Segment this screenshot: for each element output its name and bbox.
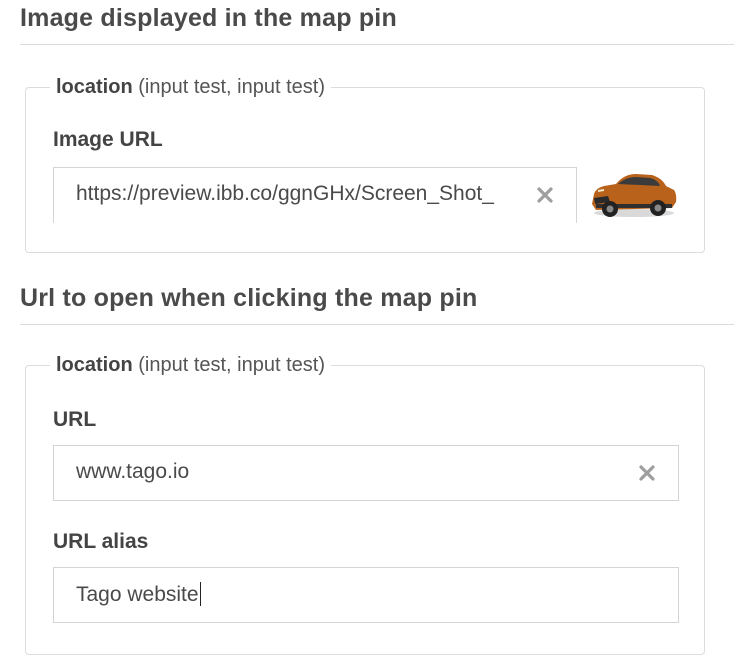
image-location-group: location (input test, input test) Image … <box>25 75 705 253</box>
url-legend-subtitle: (input test, input test) <box>138 354 325 376</box>
url-label: URL <box>53 408 97 431</box>
image-url-value: https://preview.ibb.co/ggnGHx/Screen_Sho… <box>76 182 494 205</box>
image-section-heading: Image displayed in the map pin <box>20 4 397 32</box>
image-section-divider <box>20 44 734 45</box>
close-icon[interactable] <box>638 464 656 482</box>
url-section-heading: Url to open when clicking the map pin <box>20 284 478 312</box>
url-location-legend: location (input test, input test) <box>50 353 331 377</box>
close-icon[interactable] <box>536 186 554 204</box>
image-legend-title: location <box>56 76 133 98</box>
url-alias-value: Tago website <box>76 583 199 606</box>
image-url-input[interactable]: https://preview.ibb.co/ggnGHx/Screen_Sho… <box>53 167 577 223</box>
car-thumbnail <box>586 168 678 222</box>
url-section-divider <box>20 324 734 325</box>
url-input[interactable]: www.tago.io <box>53 445 679 501</box>
url-alias-field-content: Tago website <box>76 582 202 607</box>
image-url-label: Image URL <box>53 128 163 151</box>
url-location-group: location (input test, input test) URL ww… <box>25 353 705 655</box>
text-caret <box>199 582 202 606</box>
url-legend-title: location <box>56 354 133 376</box>
url-value: www.tago.io <box>76 460 190 483</box>
url-alias-label: URL alias <box>53 530 149 553</box>
image-location-legend: location (input test, input test) <box>50 75 331 99</box>
image-legend-subtitle: (input test, input test) <box>138 76 325 98</box>
url-alias-input[interactable]: Tago website <box>53 567 679 623</box>
